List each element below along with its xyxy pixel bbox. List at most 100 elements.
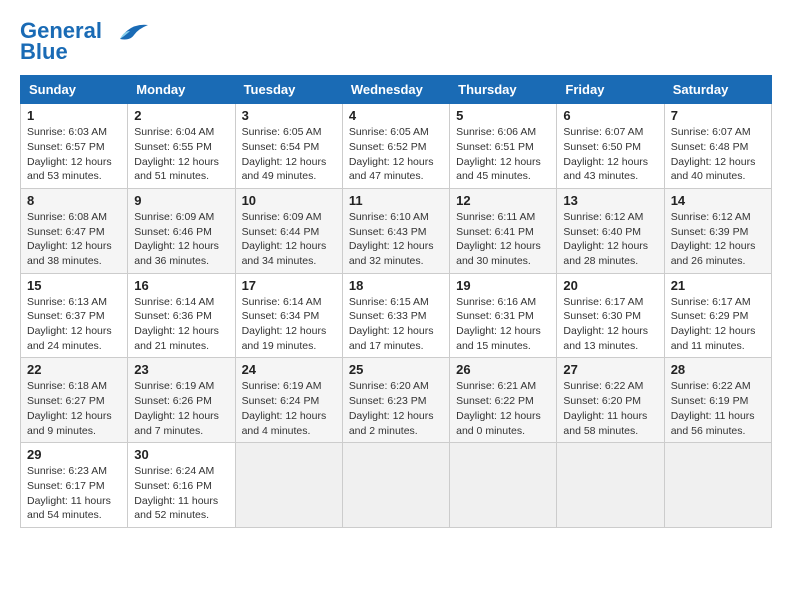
day-number: 11 — [349, 193, 443, 208]
calendar-cell: 8 Sunrise: 6:08 AM Sunset: 6:47 PM Daylig… — [21, 188, 128, 273]
calendar-cell: 26 Sunrise: 6:21 AM Sunset: 6:22 PM Dayli… — [450, 358, 557, 443]
day-number: 18 — [349, 278, 443, 293]
calendar-table: SundayMondayTuesdayWednesdayThursdayFrid… — [20, 75, 772, 528]
day-number: 14 — [671, 193, 765, 208]
calendar-cell: 9Sunrise: 6:09 AM Sunset: 6:46 PM Daylig… — [128, 188, 235, 273]
day-info: Sunrise: 6:17 AM Sunset: 6:29 PM Dayligh… — [671, 295, 765, 354]
day-info: Sunrise: 6:14 AM Sunset: 6:34 PM Dayligh… — [242, 295, 336, 354]
day-number: 30 — [134, 447, 228, 462]
calendar-cell: 21 Sunrise: 6:17 AM Sunset: 6:29 PM Dayli… — [664, 273, 771, 358]
calendar-cell: 15 Sunrise: 6:13 AM Sunset: 6:37 PM Dayli… — [21, 273, 128, 358]
calendar-cell: 25Sunrise: 6:20 AM Sunset: 6:23 PM Dayli… — [342, 358, 449, 443]
day-info: Sunrise: 6:03 AM Sunset: 6:57 PM Dayligh… — [27, 125, 121, 184]
day-info: Sunrise: 6:04 AM Sunset: 6:55 PM Dayligh… — [134, 125, 228, 184]
day-info: Sunrise: 6:05 AM Sunset: 6:54 PM Dayligh… — [242, 125, 336, 184]
day-info: Sunrise: 6:15 AM Sunset: 6:33 PM Dayligh… — [349, 295, 443, 354]
calendar-cell: 17 Sunrise: 6:14 AM Sunset: 6:34 PM Dayli… — [235, 273, 342, 358]
day-number: 6 — [563, 108, 657, 123]
day-info: Sunrise: 6:24 AM Sunset: 6:16 PM Dayligh… — [134, 464, 228, 523]
weekday-header-sunday: Sunday — [21, 76, 128, 104]
day-number: 23 — [134, 362, 228, 377]
weekday-header-saturday: Saturday — [664, 76, 771, 104]
calendar-cell — [450, 443, 557, 528]
calendar-cell: 10 Sunrise: 6:09 AM Sunset: 6:44 PM Dayli… — [235, 188, 342, 273]
day-number: 5 — [456, 108, 550, 123]
day-number: 19 — [456, 278, 550, 293]
calendar-cell: 20 Sunrise: 6:17 AM Sunset: 6:30 PM Dayli… — [557, 273, 664, 358]
calendar-cell: 3 Sunrise: 6:05 AM Sunset: 6:54 PM Daylig… — [235, 104, 342, 189]
calendar-week-2: 8 Sunrise: 6:08 AM Sunset: 6:47 PM Daylig… — [21, 188, 772, 273]
day-number: 12 — [456, 193, 550, 208]
day-number: 22 — [27, 362, 121, 377]
day-number: 2 — [134, 108, 228, 123]
calendar-cell — [235, 443, 342, 528]
calendar-cell: 12 Sunrise: 6:11 AM Sunset: 6:41 PM Dayli… — [450, 188, 557, 273]
logo: General Blue — [20, 20, 148, 65]
calendar-cell: 11 Sunrise: 6:10 AM Sunset: 6:43 PM Dayli… — [342, 188, 449, 273]
calendar-cell: 29 Sunrise: 6:23 AM Sunset: 6:17 PM Dayli… — [21, 443, 128, 528]
calendar-cell — [664, 443, 771, 528]
day-info: Sunrise: 6:13 AM Sunset: 6:37 PM Dayligh… — [27, 295, 121, 354]
day-number: 15 — [27, 278, 121, 293]
day-info: Sunrise: 6:18 AM Sunset: 6:27 PM Dayligh… — [27, 379, 121, 438]
page-header: General Blue — [20, 20, 772, 65]
day-info: Sunrise: 6:07 AM Sunset: 6:50 PM Dayligh… — [563, 125, 657, 184]
day-info: Sunrise: 6:23 AM Sunset: 6:17 PM Dayligh… — [27, 464, 121, 523]
day-info: Sunrise: 6:07 AM Sunset: 6:48 PM Dayligh… — [671, 125, 765, 184]
day-number: 10 — [242, 193, 336, 208]
logo-bird-icon — [110, 21, 148, 43]
calendar-cell: 4 Sunrise: 6:05 AM Sunset: 6:52 PM Daylig… — [342, 104, 449, 189]
calendar-cell: 30 Sunrise: 6:24 AM Sunset: 6:16 PM Dayli… — [128, 443, 235, 528]
day-number: 8 — [27, 193, 121, 208]
day-number: 24 — [242, 362, 336, 377]
day-info: Sunrise: 6:11 AM Sunset: 6:41 PM Dayligh… — [456, 210, 550, 269]
day-number: 26 — [456, 362, 550, 377]
calendar-cell: 16 Sunrise: 6:14 AM Sunset: 6:36 PM Dayli… — [128, 273, 235, 358]
calendar-cell: 13Sunrise: 6:12 AM Sunset: 6:40 PM Dayli… — [557, 188, 664, 273]
calendar-cell: 1 Sunrise: 6:03 AM Sunset: 6:57 PM Daylig… — [21, 104, 128, 189]
calendar-cell: 22 Sunrise: 6:18 AM Sunset: 6:27 PM Dayli… — [21, 358, 128, 443]
calendar-cell: 24 Sunrise: 6:19 AM Sunset: 6:24 PM Dayli… — [235, 358, 342, 443]
day-info: Sunrise: 6:05 AM Sunset: 6:52 PM Dayligh… — [349, 125, 443, 184]
calendar-week-3: 15 Sunrise: 6:13 AM Sunset: 6:37 PM Dayli… — [21, 273, 772, 358]
calendar-week-1: 1 Sunrise: 6:03 AM Sunset: 6:57 PM Daylig… — [21, 104, 772, 189]
calendar-cell: 19 Sunrise: 6:16 AM Sunset: 6:31 PM Dayli… — [450, 273, 557, 358]
day-number: 29 — [27, 447, 121, 462]
calendar-cell: 6 Sunrise: 6:07 AM Sunset: 6:50 PM Daylig… — [557, 104, 664, 189]
calendar-cell: 5Sunrise: 6:06 AM Sunset: 6:51 PM Daylig… — [450, 104, 557, 189]
day-info: Sunrise: 6:12 AM Sunset: 6:40 PM Dayligh… — [563, 210, 657, 269]
day-number: 4 — [349, 108, 443, 123]
day-number: 16 — [134, 278, 228, 293]
calendar-header-row: SundayMondayTuesdayWednesdayThursdayFrid… — [21, 76, 772, 104]
day-number: 17 — [242, 278, 336, 293]
calendar-cell: 23Sunrise: 6:19 AM Sunset: 6:26 PM Dayli… — [128, 358, 235, 443]
calendar-week-4: 22 Sunrise: 6:18 AM Sunset: 6:27 PM Dayli… — [21, 358, 772, 443]
calendar-cell: 7 Sunrise: 6:07 AM Sunset: 6:48 PM Daylig… — [664, 104, 771, 189]
day-info: Sunrise: 6:10 AM Sunset: 6:43 PM Dayligh… — [349, 210, 443, 269]
weekday-header-wednesday: Wednesday — [342, 76, 449, 104]
day-info: Sunrise: 6:17 AM Sunset: 6:30 PM Dayligh… — [563, 295, 657, 354]
day-number: 3 — [242, 108, 336, 123]
day-info: Sunrise: 6:08 AM Sunset: 6:47 PM Dayligh… — [27, 210, 121, 269]
day-number: 28 — [671, 362, 765, 377]
weekday-header-monday: Monday — [128, 76, 235, 104]
day-info: Sunrise: 6:14 AM Sunset: 6:36 PM Dayligh… — [134, 295, 228, 354]
day-info: Sunrise: 6:19 AM Sunset: 6:24 PM Dayligh… — [242, 379, 336, 438]
day-number: 21 — [671, 278, 765, 293]
day-info: Sunrise: 6:22 AM Sunset: 6:20 PM Dayligh… — [563, 379, 657, 438]
day-info: Sunrise: 6:16 AM Sunset: 6:31 PM Dayligh… — [456, 295, 550, 354]
weekday-header-friday: Friday — [557, 76, 664, 104]
calendar-cell: 2 Sunrise: 6:04 AM Sunset: 6:55 PM Daylig… — [128, 104, 235, 189]
calendar-cell: 14Sunrise: 6:12 AM Sunset: 6:39 PM Dayli… — [664, 188, 771, 273]
day-info: Sunrise: 6:21 AM Sunset: 6:22 PM Dayligh… — [456, 379, 550, 438]
day-info: Sunrise: 6:20 AM Sunset: 6:23 PM Dayligh… — [349, 379, 443, 438]
calendar-cell — [557, 443, 664, 528]
weekday-header-tuesday: Tuesday — [235, 76, 342, 104]
day-number: 7 — [671, 108, 765, 123]
day-number: 1 — [27, 108, 121, 123]
day-number: 27 — [563, 362, 657, 377]
day-info: Sunrise: 6:22 AM Sunset: 6:19 PM Dayligh… — [671, 379, 765, 438]
day-info: Sunrise: 6:09 AM Sunset: 6:44 PM Dayligh… — [242, 210, 336, 269]
calendar-cell: 27 Sunrise: 6:22 AM Sunset: 6:20 PM Dayli… — [557, 358, 664, 443]
day-number: 20 — [563, 278, 657, 293]
